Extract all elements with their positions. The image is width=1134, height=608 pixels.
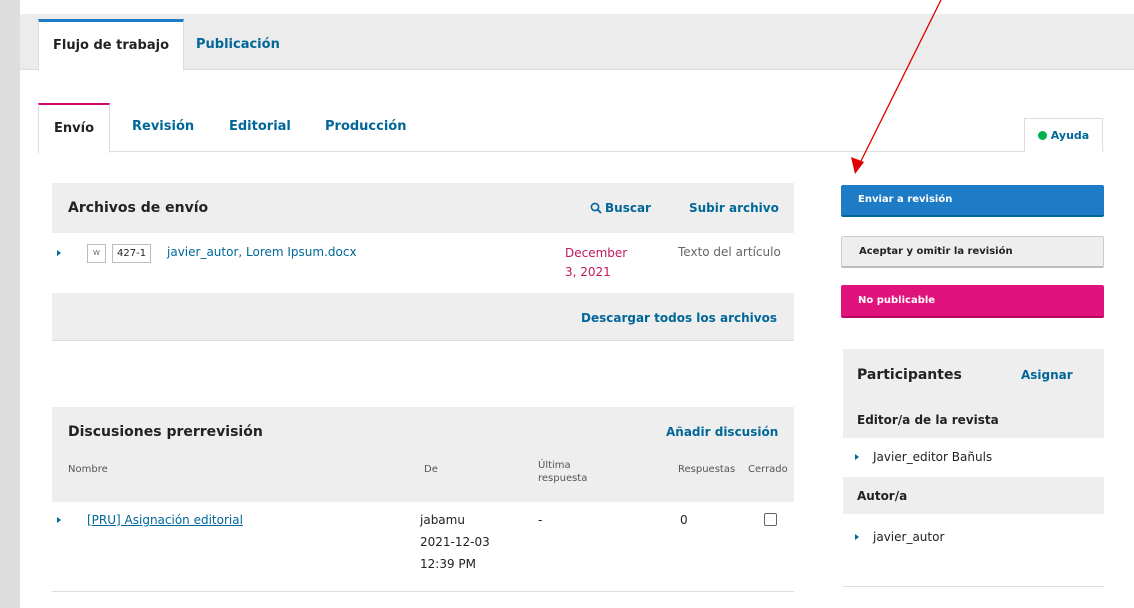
workflow-page: Flujo de trabajo Publicación Envío Revis…	[0, 0, 1134, 608]
annotation-arrowhead	[851, 157, 864, 174]
participant-name: javier_autor	[873, 530, 945, 544]
participants-panel: Participantes Asignar Editor/a de la rev…	[843, 349, 1104, 587]
top-strip	[20, 0, 1134, 14]
top-tab-bar: Flujo de trabajo Publicación	[20, 14, 1134, 71]
discussions-panel-header: Discusiones prerrevisión Añadir discusió…	[52, 407, 794, 502]
participant-item[interactable]: javier_autor	[843, 514, 1104, 560]
column-from: De	[424, 464, 438, 475]
file-date: December 3, 2021	[565, 244, 627, 282]
table-row: [PRU] Asignación editorial jabamu 2021-1…	[52, 502, 794, 592]
expand-arrow-icon[interactable]	[57, 517, 61, 523]
help-label: Ayuda	[1050, 129, 1090, 142]
help-tab[interactable]: Ayuda	[1024, 118, 1103, 152]
discussion-name-link[interactable]: [PRU] Asignación editorial	[87, 509, 243, 531]
tab-submission[interactable]: Envío	[38, 103, 110, 153]
discussion-from: jabamu 2021-12-03 12:39 PM	[420, 509, 490, 575]
tab-workflow[interactable]: Flujo de trabajo	[38, 19, 185, 71]
files-panel-footer: Descargar todos los archivos	[52, 293, 794, 341]
file-type: Texto del artículo	[678, 245, 781, 259]
assign-participant-button[interactable]: Asignar	[1021, 368, 1073, 382]
expand-arrow-icon	[855, 454, 859, 460]
search-icon	[590, 202, 602, 214]
search-label: Buscar	[605, 201, 651, 215]
participants-header: Participantes Asignar	[843, 349, 1104, 401]
expand-arrow-icon	[855, 534, 859, 540]
discussion-from-date: 2021-12-03	[420, 535, 490, 549]
stage-tab-bar: Envío Revisión Editorial Producción	[38, 103, 1104, 153]
discussions-panel-title: Discusiones prerrevisión	[68, 424, 263, 440]
participant-item[interactable]: Javier_editor Bañuls	[843, 438, 1104, 477]
tab-production[interactable]: Producción	[310, 103, 422, 152]
discussion-from-user: jabamu	[420, 513, 465, 527]
download-all-files-link[interactable]: Descargar todos los archivos	[581, 311, 777, 325]
word-document-icon: W	[87, 244, 106, 263]
column-closed: Cerrado	[748, 464, 788, 475]
left-sidebar-edge	[0, 0, 20, 608]
participant-group-editor: Editor/a de la revista	[843, 401, 1104, 438]
discussions-panel: Discusiones prerrevisión Añadir discusió…	[52, 407, 794, 592]
send-to-review-button[interactable]: Enviar a revisión	[841, 185, 1104, 217]
column-name: Nombre	[68, 464, 108, 475]
file-date-line1: December	[565, 246, 628, 260]
column-replies: Respuestas	[678, 464, 736, 475]
submission-files-panel: Archivos de envío Buscar Subir archivo W…	[52, 183, 794, 341]
file-row: W 427-1 javier_autor, Lorem Ipsum.docx D…	[52, 233, 794, 293]
discussion-last-reply: -	[538, 513, 543, 527]
search-files-button[interactable]: Buscar	[590, 201, 651, 215]
add-discussion-button[interactable]: Añadir discusión	[666, 425, 778, 439]
closed-checkbox[interactable]	[764, 513, 777, 526]
discussion-replies-count: 0	[680, 513, 688, 527]
tab-review[interactable]: Revisión	[117, 103, 209, 152]
decline-submission-button[interactable]: No publicable	[841, 285, 1104, 318]
column-last-reply: Última respuesta	[538, 460, 588, 484]
files-panel-header: Archivos de envío Buscar Subir archivo	[52, 183, 794, 233]
participant-name: Javier_editor Bañuls	[873, 450, 993, 464]
file-id: 427-1	[112, 244, 152, 263]
file-name-link[interactable]: javier_autor, Lorem Ipsum.docx	[167, 245, 357, 259]
participant-group-author: Autor/a	[843, 477, 1104, 514]
participants-title: Participantes	[857, 367, 962, 383]
file-date-line2: 3, 2021	[565, 265, 611, 279]
tab-editorial[interactable]: Editorial	[214, 103, 306, 152]
accept-skip-review-button[interactable]: Aceptar y omitir la revisión	[841, 236, 1104, 268]
discussion-from-time: 12:39 PM	[420, 557, 476, 571]
info-icon	[1037, 131, 1047, 140]
upload-file-button[interactable]: Subir archivo	[689, 201, 779, 215]
expand-arrow-icon[interactable]	[57, 250, 61, 256]
files-panel-title: Archivos de envío	[68, 200, 209, 216]
tab-publication[interactable]: Publicación	[182, 19, 294, 71]
